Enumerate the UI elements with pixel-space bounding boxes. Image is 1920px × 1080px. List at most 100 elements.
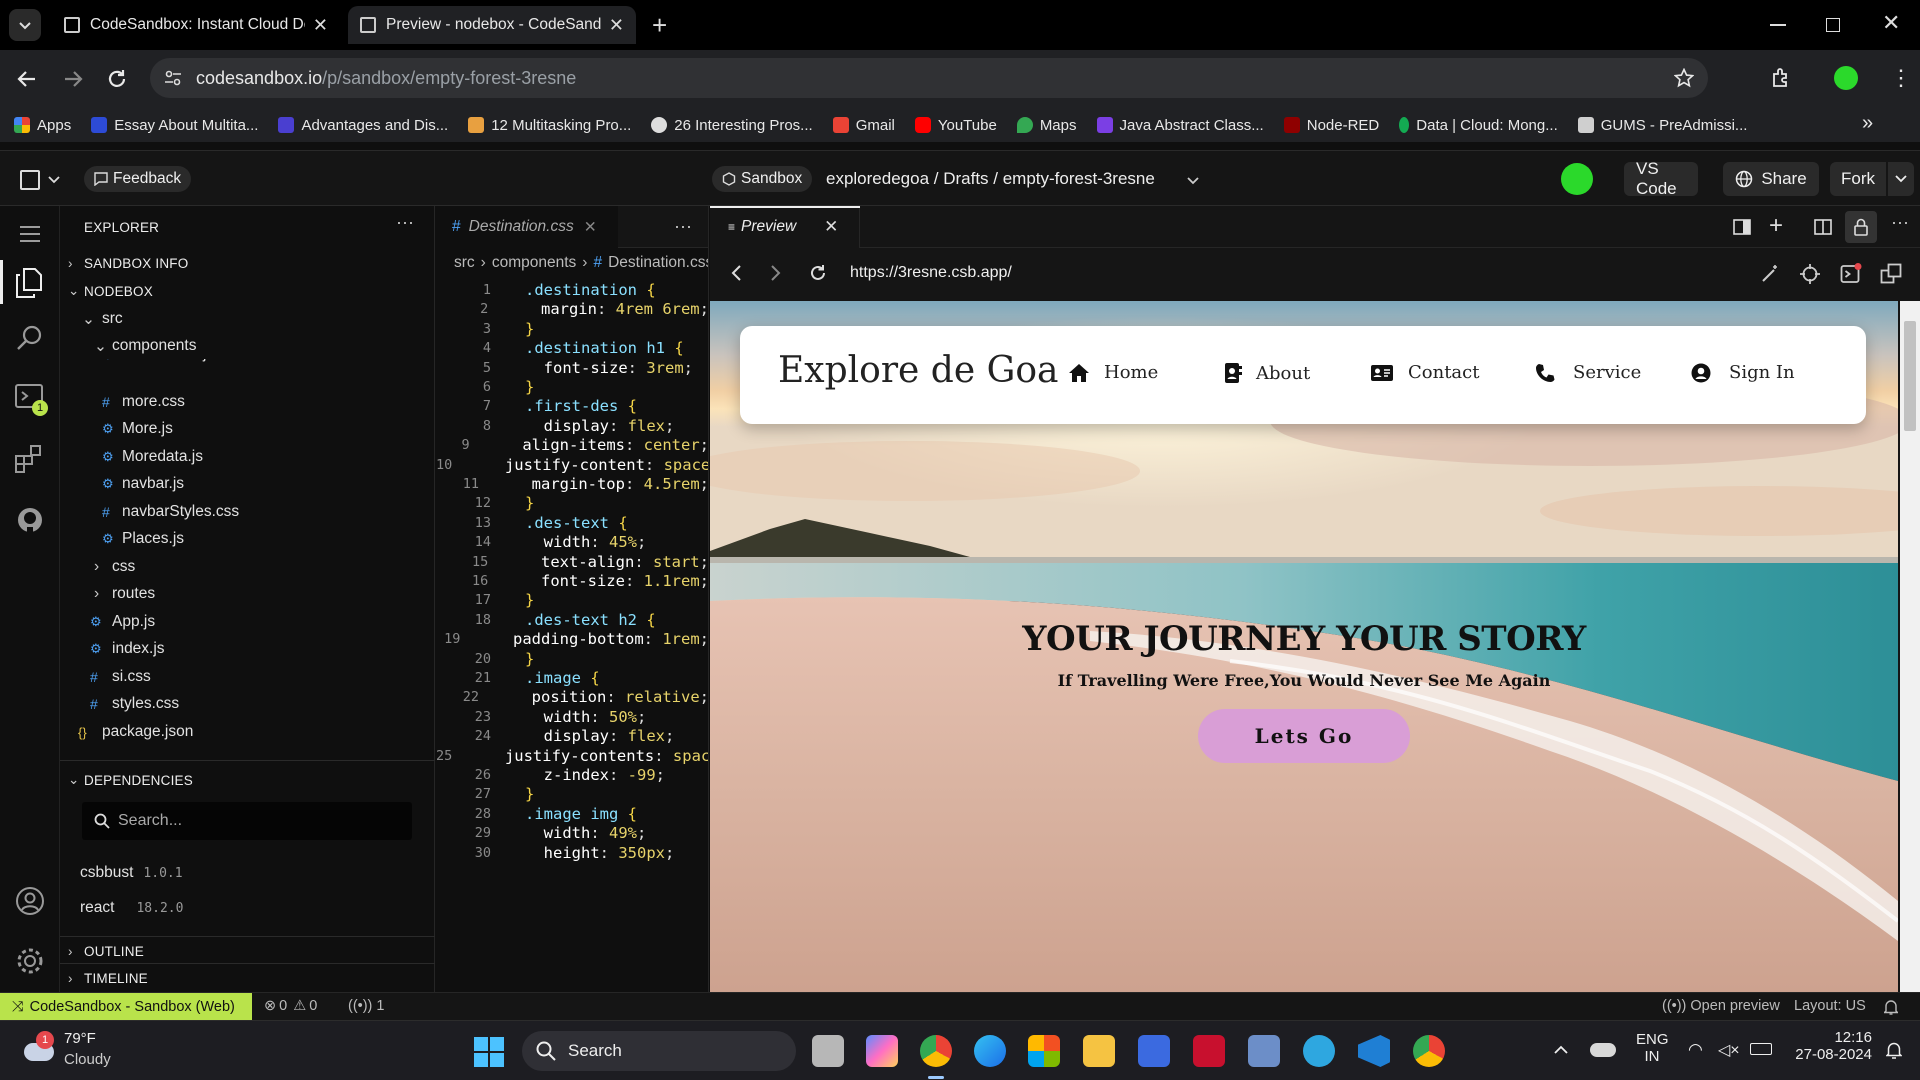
more-actions-icon[interactable]: ··· — [1891, 212, 1909, 233]
chrome-profile-icon[interactable] — [1413, 1035, 1445, 1067]
close-window-icon[interactable]: ✕ — [1882, 10, 1900, 36]
bookmark-item[interactable]: Java Abstract Class... — [1096, 117, 1264, 134]
bookmark-item[interactable]: Node-RED — [1283, 117, 1379, 134]
search-icon[interactable] — [16, 324, 44, 352]
open-preview-button[interactable]: ((•)) Open preview — [1662, 998, 1780, 1014]
battery-icon[interactable] — [1750, 1043, 1772, 1055]
add-panel-icon[interactable]: + — [1769, 212, 1783, 240]
account-icon[interactable] — [15, 886, 45, 916]
file-row[interactable]: ⚙ More.js — [102, 416, 173, 442]
section-outline[interactable]: › OUTLINE — [68, 938, 144, 964]
bookmark-item[interactable]: 12 Multitasking Pro... — [468, 117, 631, 134]
scrollbar-thumb[interactable] — [1904, 321, 1916, 431]
extensions-puzzle-icon[interactable] — [1770, 67, 1792, 89]
sandbox-breadcrumb[interactable]: exploredegoa / Drafts / empty-forest-3re… — [826, 169, 1155, 189]
code-line[interactable]: 30 height: 350px; — [436, 841, 708, 865]
share-button[interactable]: Share — [1723, 162, 1819, 196]
bookmark-item[interactable]: Apps — [14, 117, 71, 134]
console-icon[interactable] — [1840, 263, 1862, 285]
folder-src[interactable]: ⌄ src — [82, 306, 123, 332]
bookmark-item[interactable]: Essay About Multita... — [91, 117, 258, 134]
toggle-sidebar-icon[interactable] — [1733, 219, 1751, 235]
bookmark-item[interactable]: YouTube — [914, 117, 997, 134]
files-explorer-icon[interactable] — [15, 268, 43, 298]
crosshair-icon[interactable] — [1799, 263, 1821, 285]
forward-arrow-icon[interactable] — [62, 68, 84, 90]
section-sandbox-info[interactable]: › SANDBOX INFO — [68, 250, 188, 276]
bookmark-item[interactable]: GUMS - PreAdmissi... — [1577, 117, 1747, 134]
back-arrow-icon[interactable] — [16, 68, 38, 90]
settings-gear-icon[interactable] — [15, 946, 45, 976]
fork-options-button[interactable] — [1888, 162, 1914, 196]
nav-item-service[interactable]: Service — [1535, 362, 1641, 383]
browser-tab-codesandbox[interactable]: CodeSandbox: Instant Cloud De ✕ — [52, 6, 340, 44]
editor-tab[interactable]: # Destination.css ✕ — [436, 206, 618, 248]
bookmark-item[interactable]: Maps — [1016, 117, 1077, 134]
folder-routes[interactable]: › routes — [94, 581, 155, 607]
speaker-muted-icon[interactable]: ◁× — [1718, 1040, 1740, 1060]
nav-item-home[interactable]: Home — [1068, 362, 1158, 383]
dependency-search-input[interactable]: Search... — [82, 802, 412, 840]
breadcrumb-item[interactable]: Destination.css — [608, 254, 708, 272]
start-windows-icon[interactable] — [474, 1037, 504, 1067]
photos-icon[interactable] — [1248, 1035, 1280, 1067]
wifi-icon[interactable]: ◠ — [1688, 1040, 1703, 1060]
feedback-button[interactable]: Feedback — [84, 166, 192, 192]
chrome-icon[interactable] — [920, 1035, 952, 1067]
preview-tab[interactable]: ≡ Preview ✕ — [710, 206, 860, 248]
nav-item-about[interactable]: About — [1224, 362, 1310, 384]
github-icon[interactable] — [16, 506, 44, 534]
notifications-bell-icon[interactable] — [1884, 999, 1898, 1015]
codesandbox-logo-icon[interactable] — [20, 170, 40, 190]
minimize-icon[interactable] — [1770, 24, 1786, 26]
site-settings-icon[interactable] — [164, 69, 182, 87]
menu-hamburger-icon[interactable] — [20, 226, 40, 242]
more-bookmarks-icon[interactable]: » — [1862, 112, 1873, 135]
restore-icon[interactable] — [1826, 18, 1840, 32]
chevron-up-icon[interactable] — [1554, 1045, 1568, 1055]
site-brand[interactable]: Explore de Goa — [778, 350, 1058, 391]
close-tab-icon[interactable]: ✕ — [313, 15, 328, 36]
dependency-row[interactable]: csbbust 1.0.1 — [80, 860, 183, 886]
close-tab-icon[interactable]: ✕ — [584, 218, 597, 237]
file-row[interactable]: ⚙ navbar.js — [102, 471, 184, 497]
new-tab-icon[interactable]: + — [652, 10, 667, 41]
folder-css[interactable]: › css — [94, 554, 135, 580]
close-tab-icon[interactable]: ✕ — [609, 15, 624, 36]
notification-bell-icon[interactable] — [1886, 1041, 1902, 1059]
tab-search-button[interactable] — [9, 9, 41, 41]
mylip-app-icon[interactable] — [1138, 1035, 1170, 1067]
browser-tab-preview[interactable]: Preview - nodebox - CodeSandbox ✕ — [348, 6, 636, 44]
task-view-icon[interactable] — [812, 1035, 844, 1067]
bookmark-item[interactable]: 26 Interesting Pros... — [651, 117, 813, 134]
preview-back-icon[interactable] — [730, 264, 742, 282]
breadcrumb-item[interactable]: src — [454, 254, 475, 272]
file-row[interactable]: {} package.json — [78, 719, 193, 745]
problems-indicator[interactable]: ⊗ 0 ⚠ 0 — [264, 998, 317, 1014]
vscode-icon[interactable] — [1358, 1035, 1390, 1067]
file-row[interactable]: # more.css — [102, 389, 185, 415]
bookmark-item[interactable]: Gmail — [832, 117, 895, 134]
sandbox-badge[interactable]: Sandbox — [712, 166, 813, 192]
file-row[interactable]: ⚙ App.js — [90, 609, 155, 635]
nav-item-sign-in[interactable]: Sign In — [1691, 362, 1795, 383]
breadcrumb-item[interactable]: components — [492, 254, 576, 272]
address-bar[interactable]: codesandbox.io/p/sandbox/empty-forest-3r… — [150, 58, 1708, 98]
copilot-icon[interactable] — [866, 1035, 898, 1067]
edge-icon[interactable] — [974, 1035, 1006, 1067]
bookmark-star-icon[interactable] — [1674, 68, 1694, 88]
remote-indicator[interactable]: ⤨ CodeSandbox - Sandbox (Web) — [0, 993, 252, 1020]
nav-item-contact[interactable]: Contact — [1370, 362, 1479, 383]
more-actions-icon[interactable]: ··· — [674, 216, 692, 237]
section-dependencies[interactable]: ⌄ DEPENDENCIES — [68, 767, 193, 793]
folder-components[interactable]: ⌄ components — [94, 333, 394, 359]
onedrive-cloud-icon[interactable] — [1590, 1043, 1616, 1057]
tips-icon[interactable] — [1303, 1035, 1335, 1067]
ports-indicator[interactable]: ((•)) 1 — [348, 998, 384, 1014]
reload-icon[interactable] — [106, 68, 128, 90]
dependency-row[interactable]: react 18.2.0 — [80, 895, 183, 921]
file-row[interactable]: ⚙ index.js — [90, 636, 165, 662]
file-row[interactable]: # styles.css — [90, 691, 179, 717]
open-new-window-icon[interactable] — [1880, 263, 1902, 285]
chevron-down-icon[interactable] — [1187, 176, 1199, 186]
